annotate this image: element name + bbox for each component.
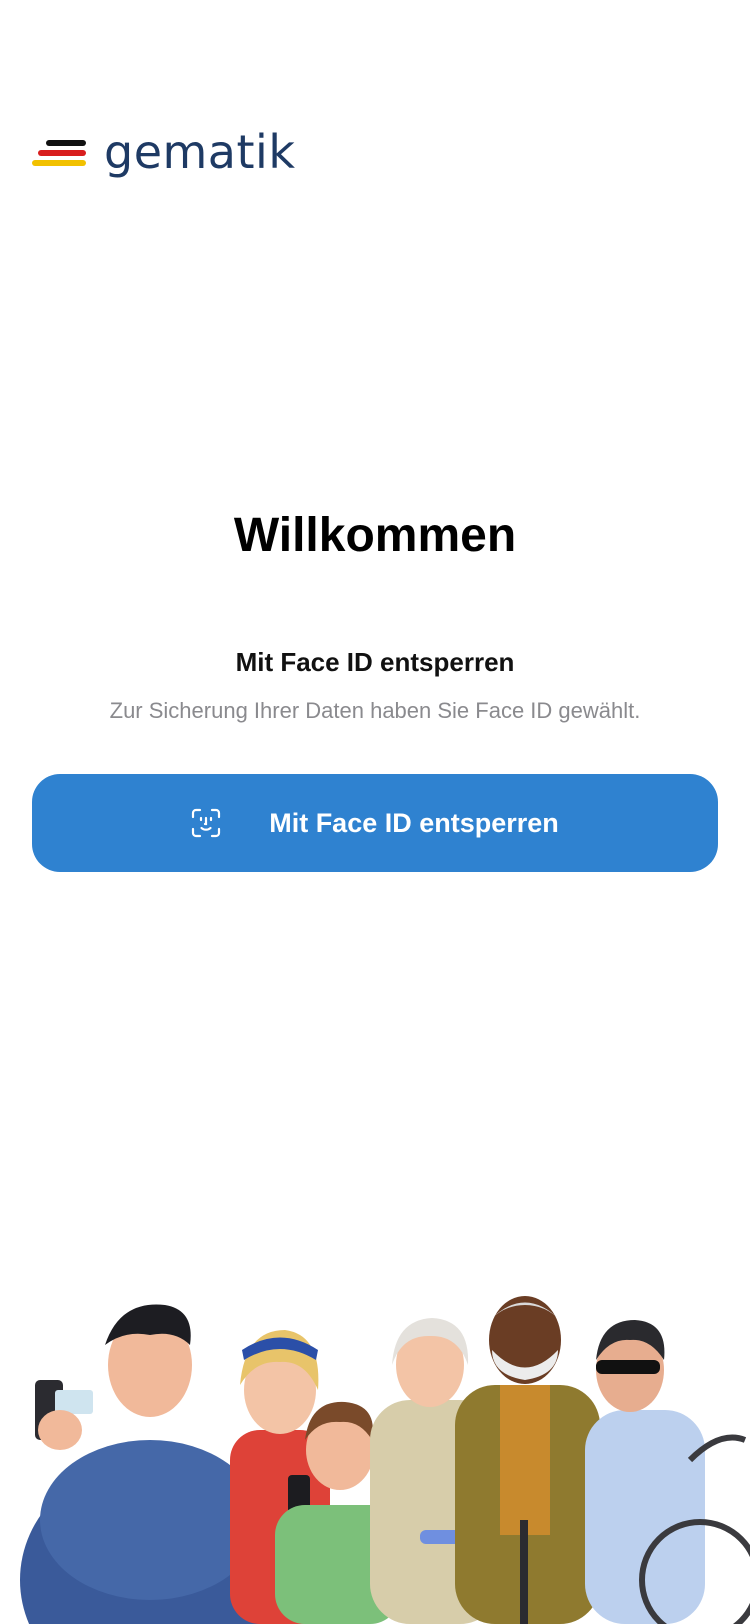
logo-mark-icon: [32, 137, 86, 167]
face-id-icon: [191, 808, 221, 838]
page-title: Willkommen: [233, 509, 517, 562]
unlock-description: Zur Sicherung Ihrer Daten haben Sie Face…: [109, 698, 641, 723]
unlock-subtitle: Mit Face ID entsperren: [235, 647, 515, 677]
person-older-man: [455, 1296, 600, 1624]
people-group-illustration: [0, 1290, 750, 1624]
gematik-logo: gematik: [32, 122, 295, 182]
face-id-unlock-button-label: Mit Face ID entsperren: [269, 807, 559, 838]
face-id-unlock-button[interactable]: Mit Face ID entsperren: [32, 774, 718, 872]
person-wheelchair-man: [585, 1320, 750, 1624]
logo-text: gematik: [104, 125, 296, 179]
